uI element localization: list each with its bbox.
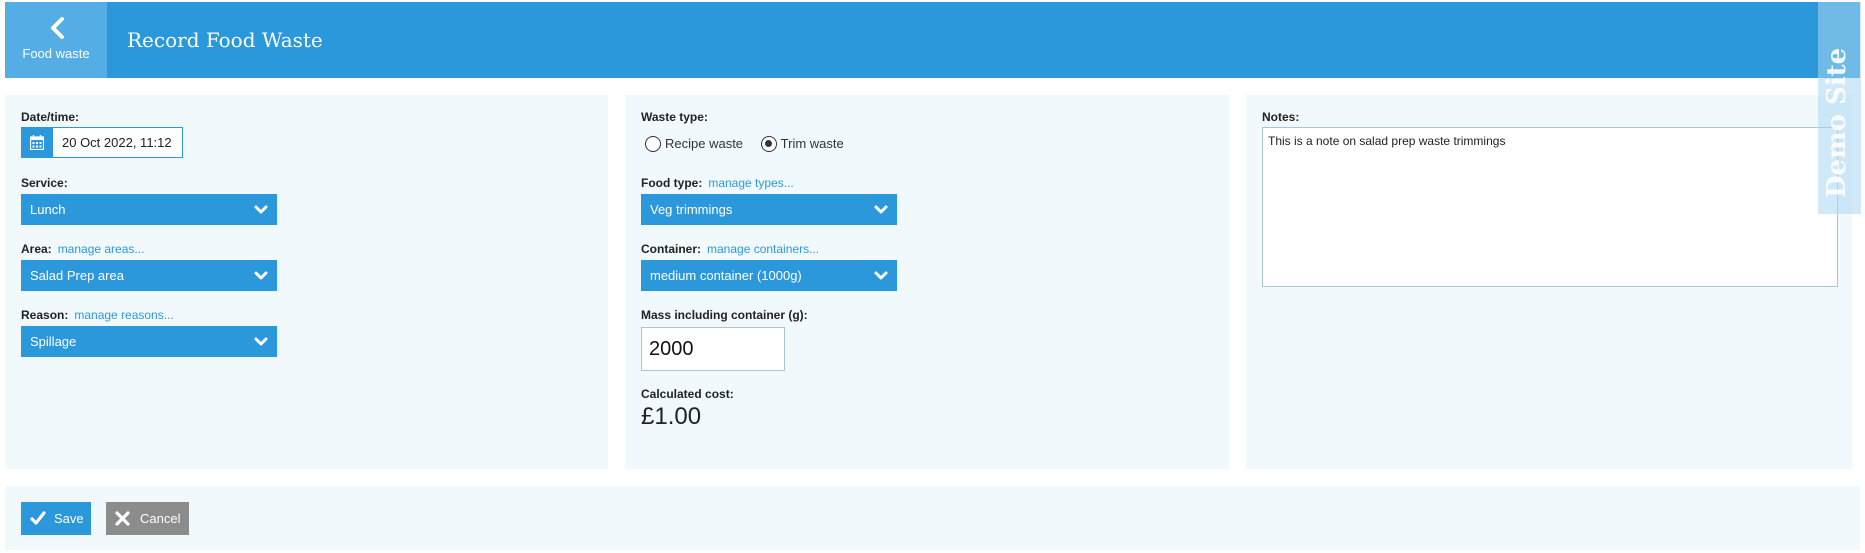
cost-label: Calculated cost: xyxy=(641,387,734,401)
container-select[interactable]: medium container (1000g) xyxy=(641,260,897,291)
chevron-down-icon xyxy=(874,205,888,214)
manage-areas-link[interactable]: manage areas... xyxy=(58,242,145,256)
chevron-down-icon xyxy=(874,271,888,280)
demo-site-watermark: Demo Site xyxy=(1818,2,1861,214)
chevron-down-icon xyxy=(254,271,268,280)
back-button-label: Food waste xyxy=(22,46,90,61)
container-label: Container: xyxy=(641,242,701,256)
mass-input[interactable]: 2000 xyxy=(641,327,785,371)
food-type-label: Food type: xyxy=(641,176,703,190)
mass-label: Mass including container (g): xyxy=(641,308,808,322)
radio-trim-waste-label: Trim waste xyxy=(780,136,844,152)
area-select[interactable]: Salad Prep area xyxy=(21,260,277,291)
food-type-value: Veg trimmings xyxy=(650,202,733,217)
datetime-label: Date/time: xyxy=(21,110,80,124)
form-footer: Save Cancel xyxy=(5,486,1860,550)
notes-label: Notes: xyxy=(1262,110,1300,124)
chevron-down-icon xyxy=(254,337,268,346)
save-button[interactable]: Save xyxy=(21,502,91,535)
waste-type-label: Waste type: xyxy=(641,110,708,124)
radio-recipe-waste-circle[interactable] xyxy=(645,135,661,152)
chevron-left-icon xyxy=(51,17,64,39)
container-label-row: Container: manage containers... xyxy=(641,242,819,256)
reason-value: Spillage xyxy=(30,334,77,349)
reason-label-row: Reason: manage reasons... xyxy=(21,308,174,322)
demo-site-text: Demo Site xyxy=(1822,47,1852,198)
cancel-button[interactable]: Cancel xyxy=(106,502,189,535)
save-button-label: Save xyxy=(54,511,84,526)
chevron-down-icon xyxy=(254,205,268,214)
service-details-panel: Date/time: 20 Oct 2022, 11:12 Service: L… xyxy=(5,95,608,469)
waste-details-panel: Waste type: Recipe waste Trim waste Food… xyxy=(625,95,1229,469)
calendar-button[interactable] xyxy=(22,128,53,157)
food-type-label-row: Food type: manage types... xyxy=(641,176,794,190)
reason-select[interactable]: Spillage xyxy=(21,326,277,357)
back-button[interactable]: Food waste xyxy=(5,2,107,78)
app-header: Food waste Record Food Waste xyxy=(5,2,1860,78)
area-label-row: Area: manage areas... xyxy=(21,242,144,256)
manage-containers-link[interactable]: manage containers... xyxy=(707,242,819,256)
calculated-cost-value: £1.00 xyxy=(641,403,702,430)
notes-panel: Notes: This is a note on salad prep wast… xyxy=(1246,95,1852,469)
service-select[interactable]: Lunch xyxy=(21,194,277,225)
radio-trim-waste-circle[interactable] xyxy=(760,135,777,152)
area-value: Salad Prep area xyxy=(30,268,124,283)
reason-label: Reason: xyxy=(21,308,69,322)
datetime-value: 20 Oct 2022, 11:12 xyxy=(62,135,172,150)
notes-textarea[interactable]: This is a note on salad prep waste trimm… xyxy=(1262,127,1838,287)
service-label: Service: xyxy=(21,176,68,190)
waste-type-radio-group: Recipe waste Trim waste xyxy=(645,135,844,152)
food-type-select[interactable]: Veg trimmings xyxy=(641,194,897,225)
check-icon xyxy=(30,511,46,525)
radio-recipe-waste-label: Recipe waste xyxy=(665,136,744,152)
calendar-icon xyxy=(30,135,44,150)
radio-recipe-waste[interactable]: Recipe waste xyxy=(645,135,743,152)
close-icon xyxy=(115,511,130,526)
manage-types-link[interactable]: manage types... xyxy=(708,176,793,190)
page-title: Record Food Waste xyxy=(127,28,323,52)
datetime-picker[interactable]: 20 Oct 2022, 11:12 xyxy=(21,127,183,158)
radio-trim-waste[interactable]: Trim waste xyxy=(760,135,844,152)
container-value: medium container (1000g) xyxy=(650,268,802,283)
service-value: Lunch xyxy=(30,202,66,217)
cancel-button-label: Cancel xyxy=(140,511,181,526)
area-label: Area: xyxy=(21,242,52,256)
manage-reasons-link[interactable]: manage reasons... xyxy=(74,308,173,322)
